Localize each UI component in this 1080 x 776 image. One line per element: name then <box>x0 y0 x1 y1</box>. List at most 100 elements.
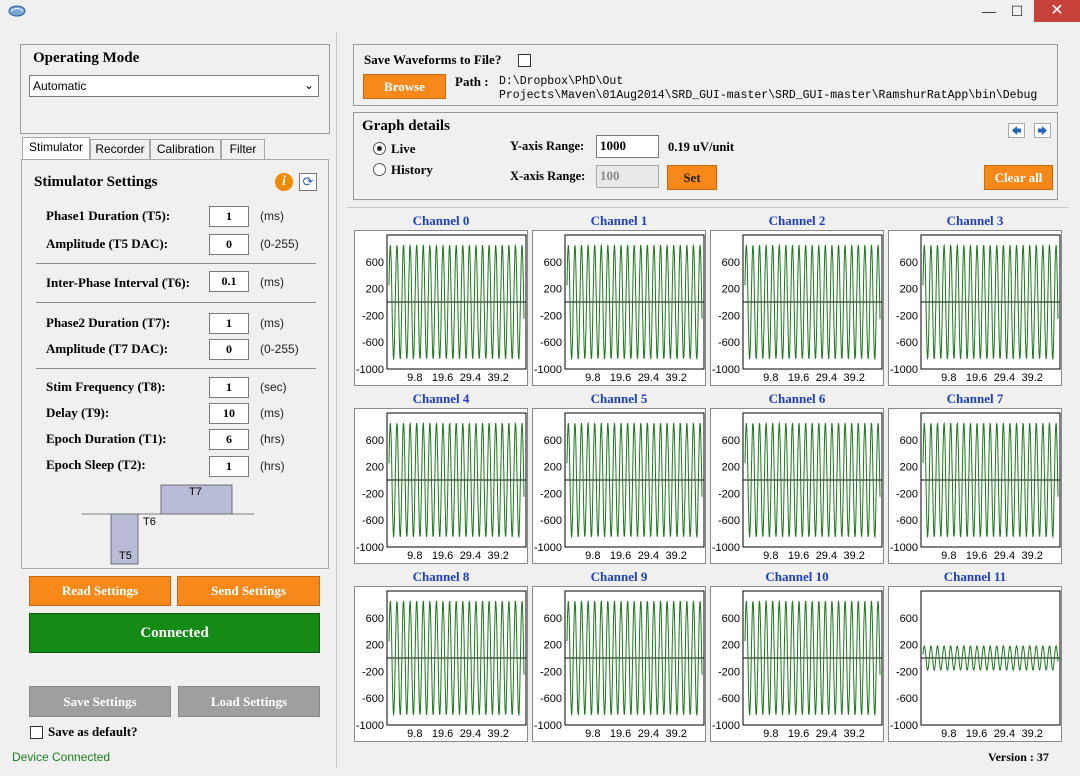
y-tick-label: -600 <box>896 515 918 527</box>
y-tick-label: 600 <box>544 613 562 625</box>
channel-chart: 600 200 -200 -600 -1000 9.8 19.6 29.4 39.2 <box>710 586 884 742</box>
y-tick-label: -200 <box>540 666 562 678</box>
y-tick-label: 200 <box>544 462 562 474</box>
channel-title: Channel 0 <box>412 213 470 228</box>
x-tick-label: 9.8 <box>763 728 778 740</box>
x-tick-label: 19.6 <box>610 728 631 740</box>
y-tick-label: -1000 <box>712 720 740 732</box>
y-tick-label: 200 <box>900 462 918 474</box>
y-tick-label: -200 <box>362 310 384 322</box>
x-tick-label: 39.2 <box>1021 372 1042 384</box>
x-tick-label: 39.2 <box>1021 728 1042 740</box>
x-tick-label: 29.4 <box>638 550 659 562</box>
x-tick-label: 19.6 <box>966 550 987 562</box>
y-tick-label: -1000 <box>534 720 562 732</box>
x-tick-label: 29.4 <box>816 728 837 740</box>
x-tick-label: 39.2 <box>843 550 864 562</box>
y-tick-label: -1000 <box>356 364 384 376</box>
channel-title: Channel 8 <box>412 569 470 584</box>
version-label: Version : 37 <box>988 750 1049 764</box>
y-tick-label: -200 <box>896 310 918 322</box>
channel-chart: 600 200 -200 -600 -1000 9.8 19.6 29.4 39.2 <box>532 230 706 386</box>
y-tick-label: -200 <box>362 488 384 500</box>
charts-grid: Channel 0 600 200 -200 -600 -1000 9.8 19.6 29.4 3… <box>0 0 1080 776</box>
y-tick-label: -600 <box>718 337 740 349</box>
x-tick-label: 29.4 <box>638 728 659 740</box>
x-tick-label: 19.6 <box>610 372 631 384</box>
channel-plot: 600 200 -200 -600 -1000 9.8 19.6 29.4 39.2 <box>534 234 705 384</box>
y-tick-label: -600 <box>362 693 384 705</box>
x-tick-label: 29.4 <box>994 550 1015 562</box>
y-tick-label: -1000 <box>890 720 918 732</box>
x-tick-label: 19.6 <box>432 728 453 740</box>
y-tick-label: 600 <box>366 435 384 447</box>
y-tick-label: -600 <box>362 337 384 349</box>
channel-title: Channel 4 <box>412 391 470 406</box>
x-tick-label: 9.8 <box>585 550 600 562</box>
channel-plot: 600 200 -200 -600 -1000 9.8 19.6 29.4 39.2 <box>356 412 527 562</box>
y-tick-label: -200 <box>718 310 740 322</box>
y-tick-label: 200 <box>366 640 384 652</box>
channel-plot: 600 200 -200 -600 -1000 9.8 19.6 29.4 39.2 <box>356 234 527 384</box>
x-tick-label: 9.8 <box>585 372 600 384</box>
channel-chart: 600 200 -200 -600 -1000 9.8 19.6 29.4 39.2 <box>710 408 884 564</box>
y-tick-label: 200 <box>722 284 740 296</box>
x-tick-label: 9.8 <box>941 550 956 562</box>
y-tick-label: -600 <box>718 693 740 705</box>
channel-plot: 600 200 -200 -600 -1000 9.8 19.6 29.4 39.2 <box>356 590 527 740</box>
channel-chart: 600 200 -200 -600 -1000 9.8 19.6 29.4 39.2 <box>710 230 884 386</box>
y-tick-label: 600 <box>900 257 918 269</box>
y-tick-label: 600 <box>366 257 384 269</box>
x-tick-label: 9.8 <box>407 550 422 562</box>
x-tick-label: 9.8 <box>763 550 778 562</box>
y-tick-label: 200 <box>544 284 562 296</box>
y-tick-label: -600 <box>896 337 918 349</box>
y-tick-label: -1000 <box>356 720 384 732</box>
channel-title: Channel 10 <box>765 569 829 584</box>
y-tick-label: -1000 <box>356 542 384 554</box>
channel-chart: 600 200 -200 -600 -1000 9.8 19.6 29.4 39.2 <box>888 408 1062 564</box>
y-tick-label: -600 <box>718 515 740 527</box>
x-tick-label: 19.6 <box>966 372 987 384</box>
channel-chart: 600 200 -200 -600 -1000 9.8 19.6 29.4 39.2 <box>354 230 528 386</box>
channel-chart: 600 200 -200 -600 -1000 9.8 19.6 29.4 39.2 <box>532 586 706 742</box>
y-tick-label: 200 <box>722 640 740 652</box>
channel-plot: 600 200 -200 -600 -1000 9.8 19.6 29.4 39.2 <box>534 412 705 562</box>
x-tick-label: 29.4 <box>816 550 837 562</box>
y-tick-label: -1000 <box>890 364 918 376</box>
x-tick-label: 9.8 <box>763 372 778 384</box>
channel-plot: 600 200 -200 -600 -1000 9.8 19.6 29.4 39.2 <box>534 590 705 740</box>
channel-chart: 600 200 -200 -600 -1000 9.8 19.6 29.4 39.2 <box>354 408 528 564</box>
y-tick-label: 200 <box>544 640 562 652</box>
y-tick-label: 600 <box>900 613 918 625</box>
x-tick-label: 19.6 <box>966 728 987 740</box>
y-tick-label: -1000 <box>712 364 740 376</box>
y-tick-label: 200 <box>900 284 918 296</box>
channel-title: Channel 1 <box>590 213 648 228</box>
y-tick-label: -200 <box>718 666 740 678</box>
x-tick-label: 39.2 <box>487 728 508 740</box>
y-tick-label: -1000 <box>534 364 562 376</box>
y-tick-label: 600 <box>722 257 740 269</box>
y-tick-label: 200 <box>722 462 740 474</box>
x-tick-label: 9.8 <box>407 372 422 384</box>
channel-plot: 600 200 -200 -600 -1000 9.8 19.6 29.4 39.2 <box>890 412 1061 562</box>
y-tick-label: -200 <box>540 310 562 322</box>
y-tick-label: -200 <box>718 488 740 500</box>
x-tick-label: 29.4 <box>994 372 1015 384</box>
x-tick-label: 39.2 <box>843 728 864 740</box>
y-tick-label: -600 <box>362 515 384 527</box>
x-tick-label: 19.6 <box>432 372 453 384</box>
y-tick-label: 200 <box>900 640 918 652</box>
x-tick-label: 39.2 <box>665 550 686 562</box>
y-tick-label: -600 <box>896 693 918 705</box>
x-tick-label: 19.6 <box>788 728 809 740</box>
y-tick-label: 600 <box>544 257 562 269</box>
y-tick-label: 600 <box>722 613 740 625</box>
x-tick-label: 29.4 <box>994 728 1015 740</box>
x-tick-label: 39.2 <box>487 372 508 384</box>
x-tick-label: 19.6 <box>788 372 809 384</box>
channel-title: Channel 7 <box>946 391 1004 406</box>
channel-chart: 600 200 -200 -600 -1000 9.8 19.6 29.4 39.2 <box>354 586 528 742</box>
x-tick-label: 29.4 <box>638 372 659 384</box>
